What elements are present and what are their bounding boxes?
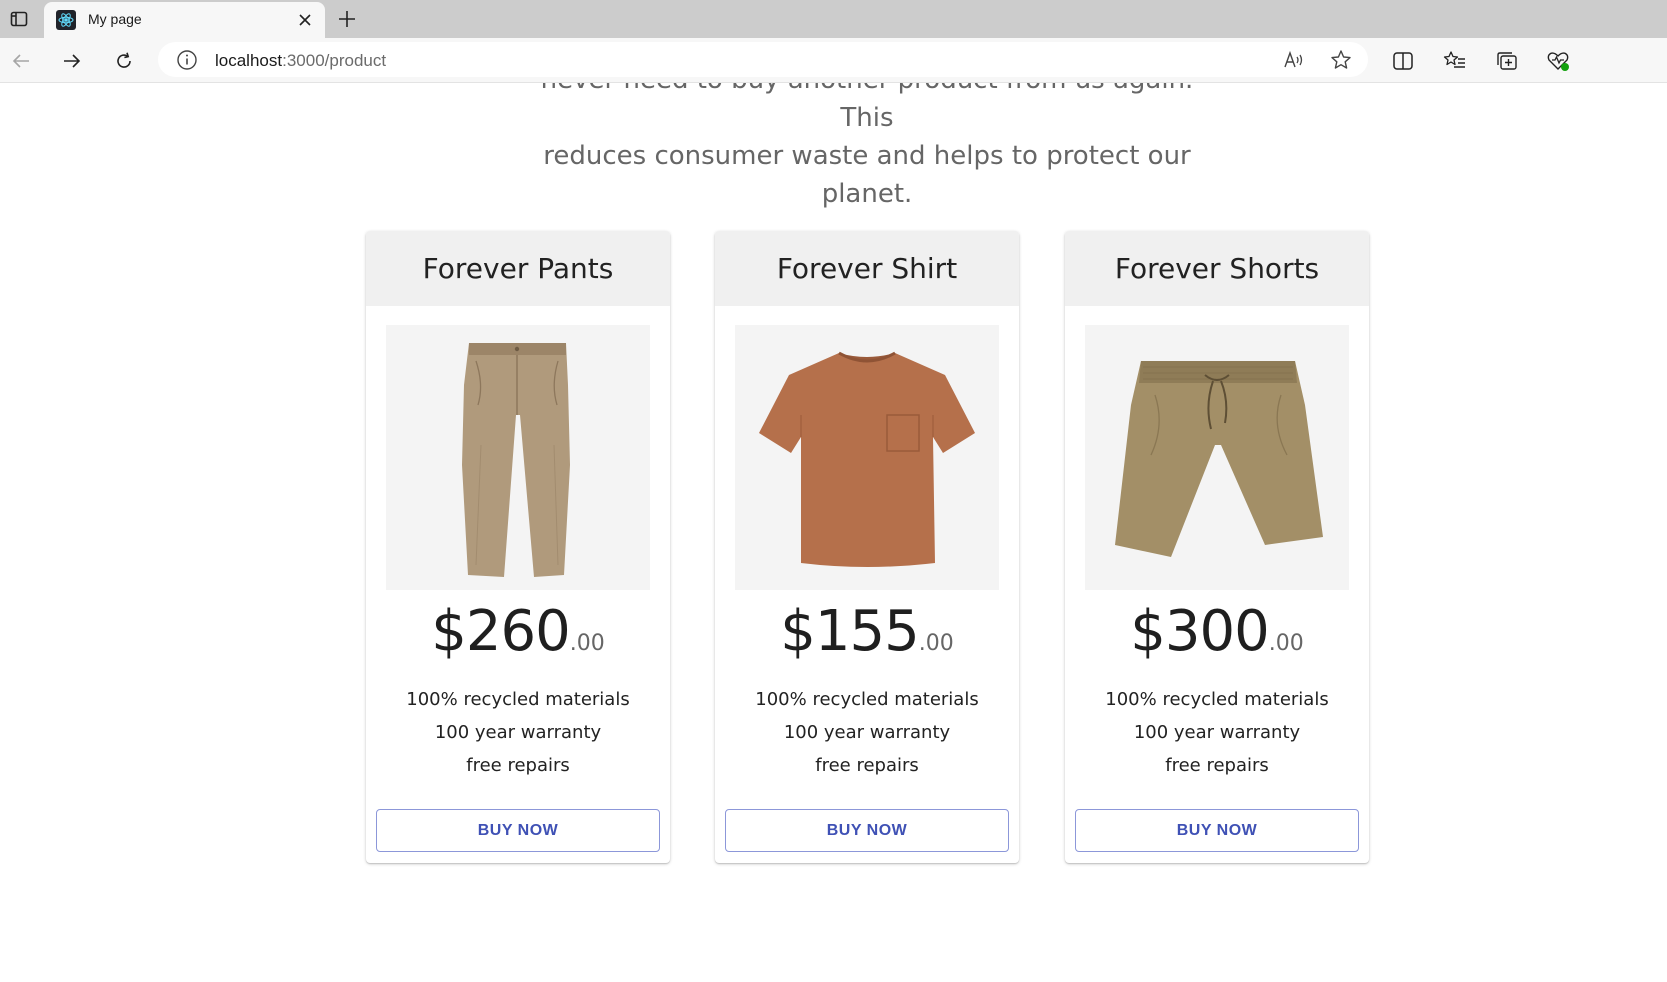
- product-price: $300.00: [1065, 599, 1369, 664]
- product-image-shorts: [1085, 325, 1349, 590]
- tab-actions-icon[interactable]: [4, 4, 34, 34]
- product-title: Forever Pants: [366, 231, 670, 306]
- product-card-shirt: Forever Shirt $155.00 100% recycled mate…: [715, 231, 1019, 863]
- price-main: $155: [780, 599, 920, 664]
- intro-text: never need to buy another product from u…: [520, 83, 1214, 213]
- feature-item: 100% recycled materials: [1105, 689, 1329, 710]
- feature-list: 100% recycled materials 100 year warrant…: [715, 683, 1019, 782]
- price-cents: .00: [918, 631, 954, 656]
- product-price: $260.00: [366, 599, 670, 664]
- feature-item: free repairs: [815, 755, 919, 776]
- intro-line-1: never need to buy another product from u…: [541, 83, 1194, 133]
- feature-item: 100% recycled materials: [755, 689, 979, 710]
- product-image-shirt: [735, 325, 999, 590]
- url-host: localhost: [215, 51, 283, 70]
- refresh-icon[interactable]: [109, 46, 139, 76]
- tab-bar: My page: [0, 0, 1667, 38]
- browser-toolbar: localhost:3000/product: [0, 38, 1667, 83]
- feature-item: 100% recycled materials: [406, 689, 630, 710]
- buy-now-button[interactable]: BUY NOW: [725, 809, 1009, 852]
- buy-now-button[interactable]: BUY NOW: [376, 809, 660, 852]
- url-path: :3000/product: [282, 51, 387, 70]
- product-card-pants: Forever Pants $260.00 100% recycled mate…: [366, 231, 670, 863]
- feature-item: 100 year warranty: [783, 722, 951, 743]
- feature-item: 100 year warranty: [434, 722, 602, 743]
- browser-essentials-icon[interactable]: [1543, 46, 1573, 76]
- feature-list: 100% recycled materials 100 year warrant…: [366, 683, 670, 782]
- close-icon[interactable]: [295, 10, 315, 30]
- plus-icon[interactable]: [334, 6, 360, 32]
- price-cents: .00: [1268, 631, 1304, 656]
- feature-item: free repairs: [1165, 755, 1269, 776]
- price-main: $260: [431, 599, 571, 664]
- star-icon[interactable]: [1329, 48, 1353, 72]
- read-aloud-icon[interactable]: [1282, 48, 1306, 72]
- feature-item: 100 year warranty: [1133, 722, 1301, 743]
- product-image-pants: [386, 325, 650, 590]
- react-icon: [56, 10, 76, 30]
- product-card-shorts: Forever Shorts $300.00 100% recycled mat…: [1065, 231, 1369, 863]
- forward-arrow-icon[interactable]: [57, 46, 87, 76]
- product-title: Forever Shorts: [1065, 231, 1369, 306]
- back-arrow-icon[interactable]: [6, 46, 36, 76]
- tab-my-page[interactable]: My page: [44, 2, 325, 38]
- buy-now-button[interactable]: BUY NOW: [1075, 809, 1359, 852]
- product-title: Forever Shirt: [715, 231, 1019, 306]
- collections-icon[interactable]: [1492, 46, 1522, 76]
- intro-line-3: planet.: [821, 179, 913, 209]
- tab-title: My page: [88, 11, 142, 27]
- url-text[interactable]: localhost:3000/product: [215, 51, 386, 71]
- split-screen-icon[interactable]: [1388, 46, 1418, 76]
- favorites-list-icon[interactable]: [1440, 46, 1470, 76]
- feature-list: 100% recycled materials 100 year warrant…: [1065, 683, 1369, 782]
- address-bar[interactable]: localhost:3000/product: [158, 42, 1368, 77]
- page-content: never need to buy another product from u…: [0, 83, 1667, 982]
- price-main: $300: [1130, 599, 1270, 664]
- price-cents: .00: [569, 631, 605, 656]
- feature-item: free repairs: [466, 755, 570, 776]
- intro-line-2: reduces consumer waste and helps to prot…: [543, 141, 1191, 171]
- product-price: $155.00: [715, 599, 1019, 664]
- info-icon[interactable]: [176, 49, 198, 71]
